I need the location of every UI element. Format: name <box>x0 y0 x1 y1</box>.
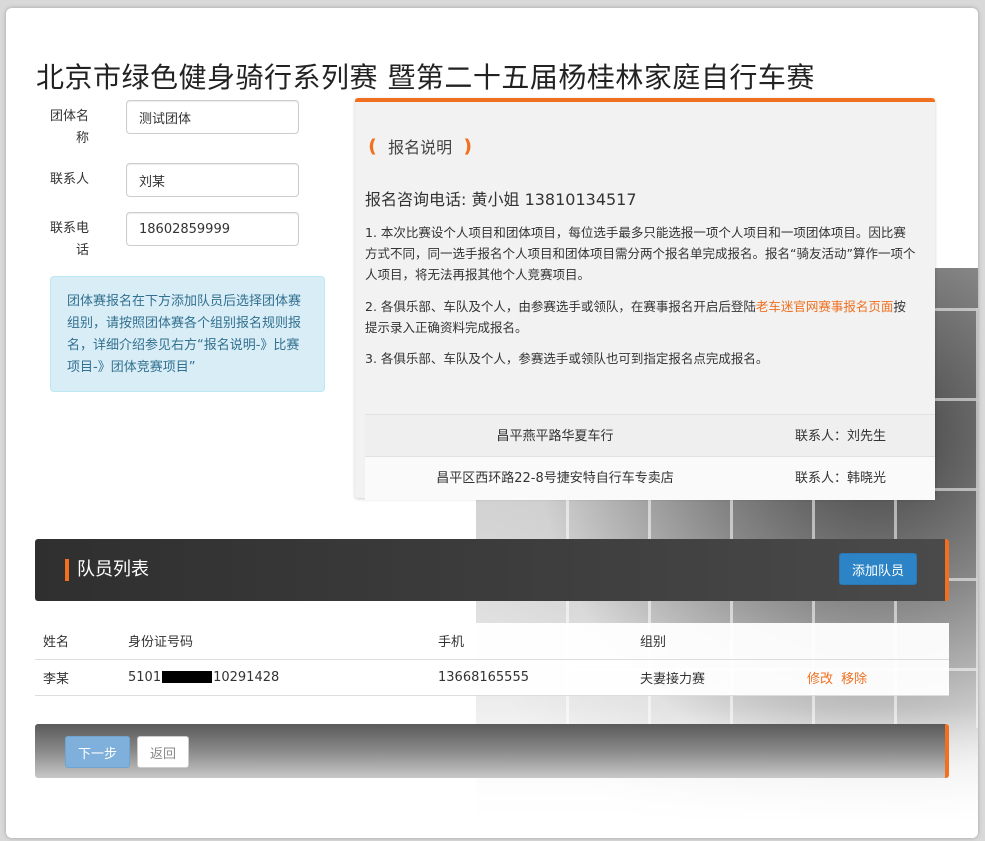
registration-para-1: 1. 本次比赛设个人项目和团体项目，每位选手最多只能选报一项个人项目和一项团体项… <box>365 225 916 282</box>
id-suffix: 10291428 <box>213 669 280 685</box>
store-row: 昌平燕平路华夏车行 联系人：刘先生 <box>365 414 935 457</box>
team-list-title: 队员列表 <box>65 559 149 581</box>
store-contact: 联系人：韩晓光 <box>795 471 887 486</box>
registration-panel: ❪ 报名说明 ❫ 报名咨询电话: 黄小姐 13810134517 1. 本次比赛… <box>355 98 935 500</box>
store-name: 昌平区西环路22-8号捷安特自行车专卖店 <box>436 471 674 486</box>
registration-heading-text: 报名说明 <box>388 138 453 157</box>
registration-phone: 报名咨询电话: 黄小姐 13810134517 <box>365 190 637 209</box>
edit-member-link[interactable]: 修改 <box>807 672 833 687</box>
registration-para-2: 2. 各俱乐部、车队及个人，由参赛选手或领队，在赛事报名开启后登陆老车迷官网赛事… <box>365 296 917 338</box>
registration-stores-table: 昌平燕平路华夏车行 联系人：刘先生 昌平区西环路22-8号捷安特自行车专卖店 联… <box>365 414 935 500</box>
team-name-label-line1: 团体名 <box>50 109 90 124</box>
phone-input[interactable] <box>126 212 299 246</box>
phone-label-line2: 话 <box>76 243 90 258</box>
registration-heading: ❪ 报名说明 ❫ <box>365 134 475 158</box>
store-row: 昌平区西环路22-8号捷安特自行车专卖店 联系人：韩晓光 <box>365 457 935 500</box>
redaction-bar <box>162 671 213 683</box>
team-name-label-line2: 称 <box>76 131 90 146</box>
page-container: 北京市绿色健身骑行系列赛 暨第二十五届杨桂林家庭自行车赛 团体名 称 联系人 联… <box>6 8 978 838</box>
official-registration-link[interactable]: 老车迷官网赛事报名页面 <box>756 299 894 314</box>
para2-text-pre: 2. 各俱乐部、车队及个人，由参赛选手或领队，在赛事报名开启后登陆 <box>365 299 756 314</box>
store-contact: 联系人：刘先生 <box>795 429 887 444</box>
contact-input[interactable] <box>126 163 299 197</box>
team-name-input[interactable] <box>126 100 299 134</box>
registration-para-3: 3. 各俱乐部、车队及个人，参赛选手或领队也可到指定报名点完成报名。 <box>365 351 769 366</box>
team-name-label: 团体名 称 <box>50 106 110 150</box>
column-header-name: 姓名 <box>43 635 70 651</box>
heading-bracket-right: ❫ <box>460 135 476 157</box>
team-list-header: 队员列表 添加队员 <box>35 539 949 601</box>
bottom-action-bar: 下一步 返回 <box>35 724 949 778</box>
table-row: 李某 5101 10291428 13668165555 夫妻接力赛 修改 移除 <box>35 659 949 695</box>
table-header-row: 姓名 身份证号码 手机 组别 <box>35 623 949 659</box>
member-phone: 13668165555 <box>438 669 529 685</box>
column-header-phone: 手机 <box>438 635 465 651</box>
member-id-number: 5101 10291428 <box>120 659 430 695</box>
team-notice-box: 团体赛报名在下方添加队员后选择团体赛组别，请按照团体赛各个组别报名规则报名，详细… <box>50 276 325 392</box>
add-member-button[interactable]: 添加队员 <box>838 553 917 585</box>
column-header-group: 组别 <box>640 635 667 651</box>
member-actions: 修改 移除 <box>799 659 949 695</box>
back-button[interactable]: 返回 <box>137 736 190 768</box>
member-table: 姓名 身份证号码 手机 组别 李某 5101 10291428 136681655… <box>35 623 949 696</box>
heading-bracket-left: ❪ <box>365 135 381 157</box>
contact-label: 联系人 <box>50 172 90 187</box>
store-name: 昌平燕平路华夏车行 <box>496 429 614 444</box>
next-step-button[interactable]: 下一步 <box>65 736 131 768</box>
id-prefix: 5101 <box>128 669 162 685</box>
member-name: 李某 <box>43 671 70 687</box>
page-title: 北京市绿色健身骑行系列赛 暨第二十五届杨桂林家庭自行车赛 <box>36 61 815 94</box>
phone-label: 联系电 话 <box>50 218 110 262</box>
member-group: 夫妻接力赛 <box>640 671 706 687</box>
column-header-id: 身份证号码 <box>128 635 194 651</box>
phone-label-line1: 联系电 <box>50 221 90 236</box>
remove-member-link[interactable]: 移除 <box>841 672 867 687</box>
column-header-actions <box>799 623 949 659</box>
